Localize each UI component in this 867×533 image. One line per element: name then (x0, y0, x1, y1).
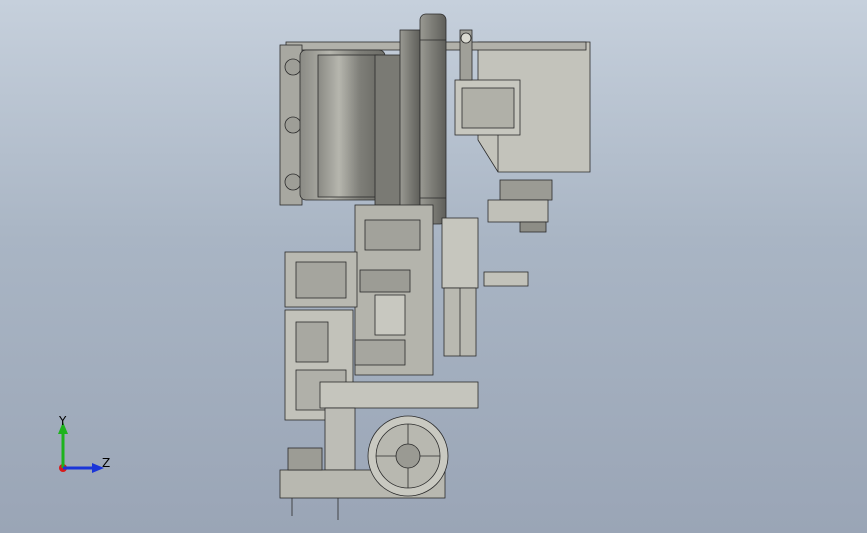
main-drum (279, 44, 406, 206)
cad-viewport[interactable]: Y Z (0, 0, 867, 533)
central-column (441, 217, 479, 357)
tooling-assembly (354, 204, 434, 376)
right-actuator (483, 179, 553, 287)
flywheel (399, 13, 447, 225)
triad-z-label: Z (102, 456, 111, 470)
triad-y-label: Y (59, 414, 67, 428)
pulley-wheel (367, 415, 449, 497)
machine-model[interactable] (0, 0, 867, 533)
